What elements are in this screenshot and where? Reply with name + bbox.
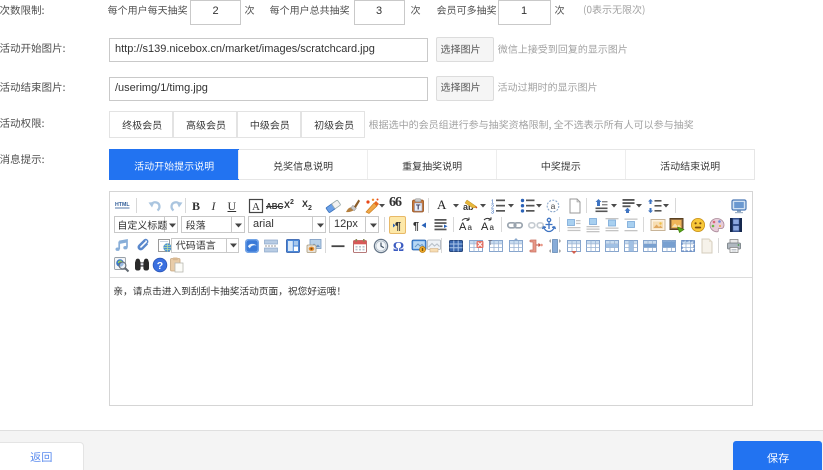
svg-text:A: A	[252, 201, 260, 213]
svg-text:¶: ¶	[395, 221, 401, 233]
svg-text:a: a	[490, 223, 495, 232]
svg-text:A: A	[459, 221, 467, 233]
svg-text:T: T	[416, 203, 421, 212]
svg-text:¶: ¶	[413, 221, 419, 233]
svg-text:T: T	[488, 240, 493, 247]
svg-text:3: 3	[491, 210, 494, 216]
svg-text:HTML: HTML	[115, 202, 130, 208]
svg-text:?: ?	[157, 260, 163, 272]
svg-text:A: A	[481, 221, 489, 233]
svg-text:Ω: Ω	[393, 240, 404, 255]
svg-text:a: a	[467, 223, 472, 232]
svg-text:a: a	[550, 201, 555, 211]
